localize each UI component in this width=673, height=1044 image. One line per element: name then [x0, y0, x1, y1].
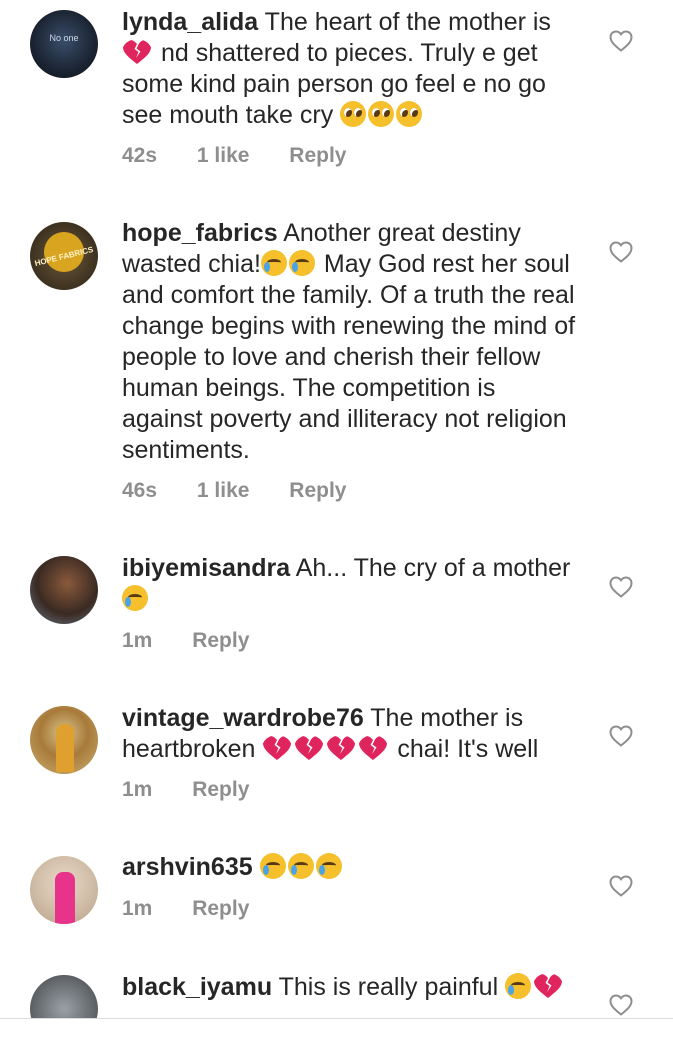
- crying-face-emoji: [505, 973, 532, 999]
- comment-composer-divider: [0, 1018, 673, 1019]
- comment-text: black_iyamu This is really painful: [122, 972, 592, 1003]
- username[interactable]: black_iyamu: [122, 973, 272, 1001]
- comment-item: black_iyamu This is really painful: [0, 0, 673, 1018]
- heart-outline-icon[interactable]: [609, 994, 633, 1016]
- avatar[interactable]: [30, 975, 98, 1018]
- comment-text-part: This is really painful: [278, 973, 499, 1001]
- broken-heart-emoji: [533, 973, 563, 999]
